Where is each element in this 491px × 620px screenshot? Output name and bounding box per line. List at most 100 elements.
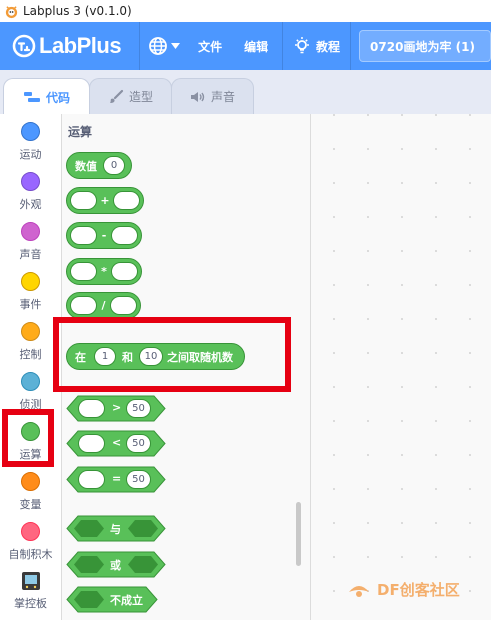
menu-bar: LabPlus 文件 编辑 教程 0720画地为牢 (1) — [0, 22, 491, 70]
category-dot — [21, 122, 40, 141]
tutorial-button[interactable]: 教程 — [283, 22, 350, 70]
speaker-icon — [190, 91, 205, 102]
labplus-logo[interactable]: LabPlus — [12, 33, 122, 59]
category-variables[interactable]: 变量 — [0, 466, 61, 516]
subtract-block[interactable]: - — [66, 222, 142, 249]
tutorial-label: 教程 — [316, 39, 341, 54]
category-events[interactable]: 事件 — [0, 266, 61, 316]
operand-slot[interactable] — [110, 262, 138, 281]
category-handpy-board[interactable]: 掌控板 — [0, 566, 61, 616]
multiply-block[interactable]: * — [66, 258, 142, 285]
block-label: 数值 — [75, 159, 97, 173]
operator-label: > — [112, 401, 122, 414]
category-label: 侦测 — [19, 398, 42, 411]
palette-scrollbar[interactable] — [296, 502, 301, 566]
less-than-block[interactable]: < 50 — [66, 430, 166, 457]
operand-slot[interactable] — [110, 296, 137, 315]
category-dot — [21, 522, 40, 541]
category-label: 运动 — [19, 148, 42, 161]
menu-separator — [350, 22, 352, 70]
operand-slot[interactable] — [70, 296, 97, 315]
category-label: 运算 — [19, 448, 42, 461]
category-label: 声音 — [19, 248, 42, 261]
window-titlebar: Labplus 3 (v0.1.0) — [0, 0, 491, 23]
logo-text: LabPlus — [39, 33, 122, 58]
operand-slot[interactable] — [70, 191, 97, 210]
or-block[interactable]: 或 — [66, 551, 166, 578]
tab-costumes[interactable]: 造型 — [89, 78, 172, 114]
operand-slot[interactable] — [110, 226, 138, 245]
category-menu: 运动 外观 声音 事件 控制 侦测 运算 变量 自制积木 掌控板 — [0, 114, 62, 620]
category-looks[interactable]: 外观 — [0, 166, 61, 216]
operand-slot[interactable]: 50 — [126, 470, 151, 489]
category-control[interactable]: 控制 — [0, 316, 61, 366]
globe-icon — [149, 37, 167, 55]
project-title-input[interactable]: 0720画地为牢 (1) — [359, 30, 491, 62]
category-dot — [21, 222, 40, 241]
logo-icon — [12, 34, 36, 58]
file-menu[interactable]: 文件 — [188, 22, 232, 70]
tab-sounds[interactable]: 声音 — [171, 78, 254, 114]
operator-label: 不成立 — [110, 594, 143, 607]
operator-label: + — [100, 194, 110, 207]
operand-slot[interactable] — [78, 434, 105, 453]
edit-menu[interactable]: 编辑 — [232, 22, 282, 70]
lightbulb-icon — [295, 37, 310, 54]
operand-slot[interactable]: 50 — [126, 434, 151, 453]
category-dot — [21, 372, 40, 391]
category-sound[interactable]: 声音 — [0, 216, 61, 266]
random-from-slot[interactable]: 1 — [94, 347, 116, 366]
code-icon — [23, 92, 40, 102]
watermark: DF创客社区 — [345, 578, 460, 600]
equals-block[interactable]: = 50 — [66, 466, 166, 493]
operator-label: 或 — [110, 559, 121, 572]
operand-slot[interactable] — [113, 191, 140, 210]
operand-slot[interactable] — [78, 470, 105, 489]
watermark-logo-icon — [349, 586, 369, 597]
random-to-slot[interactable]: 10 — [139, 347, 163, 366]
palette-title: 运算 — [68, 125, 93, 139]
chevron-down-icon — [171, 43, 181, 49]
tab-sounds-label: 声音 — [210, 90, 235, 104]
number-slot[interactable]: 0 — [103, 156, 125, 175]
script-area[interactable] — [311, 114, 491, 620]
brush-icon — [109, 89, 124, 103]
language-menu[interactable] — [140, 22, 188, 70]
random-mid: 和 — [122, 350, 133, 364]
operand-slot[interactable] — [70, 262, 97, 281]
greater-than-block[interactable]: > 50 — [66, 395, 166, 422]
board-icon — [21, 572, 40, 590]
category-dot — [21, 472, 40, 491]
category-operators[interactable]: 运算 — [0, 416, 61, 466]
add-block[interactable]: + — [66, 187, 144, 214]
operator-label: 与 — [110, 523, 121, 536]
block-palette: 运算 数值 0 + - * / 在 1 和 10 之间取随机数 > 50 < 5… — [62, 114, 311, 620]
app-icon — [3, 3, 19, 19]
category-sensing[interactable]: 侦测 — [0, 366, 61, 416]
category-dot — [21, 322, 40, 341]
editor-tabs: 代码 造型 声音 — [0, 70, 491, 115]
operand-slot[interactable]: 50 — [126, 399, 151, 418]
operand-slot[interactable] — [70, 226, 97, 245]
category-my-blocks[interactable]: 自制积木 — [0, 516, 61, 566]
number-block[interactable]: 数值 0 — [66, 152, 132, 179]
tab-costumes-label: 造型 — [128, 90, 153, 104]
random-block[interactable]: 在 1 和 10 之间取随机数 — [66, 343, 245, 370]
category-dot — [21, 422, 40, 441]
divide-block[interactable]: / — [66, 292, 141, 319]
operator-label: = — [112, 472, 122, 485]
operator-label: < — [112, 436, 122, 449]
tab-code-label: 代码 — [45, 90, 70, 105]
operator-label: - — [101, 229, 107, 242]
operator-label: / — [101, 299, 106, 312]
tab-code[interactable]: 代码 — [3, 78, 90, 115]
window-title: Labplus 3 (v0.1.0) — [23, 4, 132, 18]
not-block[interactable]: 不成立 — [66, 586, 158, 613]
category-dot — [21, 172, 40, 191]
random-prefix: 在 — [75, 350, 86, 364]
category-label: 控制 — [19, 348, 42, 361]
operand-slot[interactable] — [78, 399, 105, 418]
category-motion[interactable]: 运动 — [0, 116, 61, 166]
and-block[interactable]: 与 — [66, 515, 166, 542]
random-suffix: 之间取随机数 — [167, 350, 233, 364]
